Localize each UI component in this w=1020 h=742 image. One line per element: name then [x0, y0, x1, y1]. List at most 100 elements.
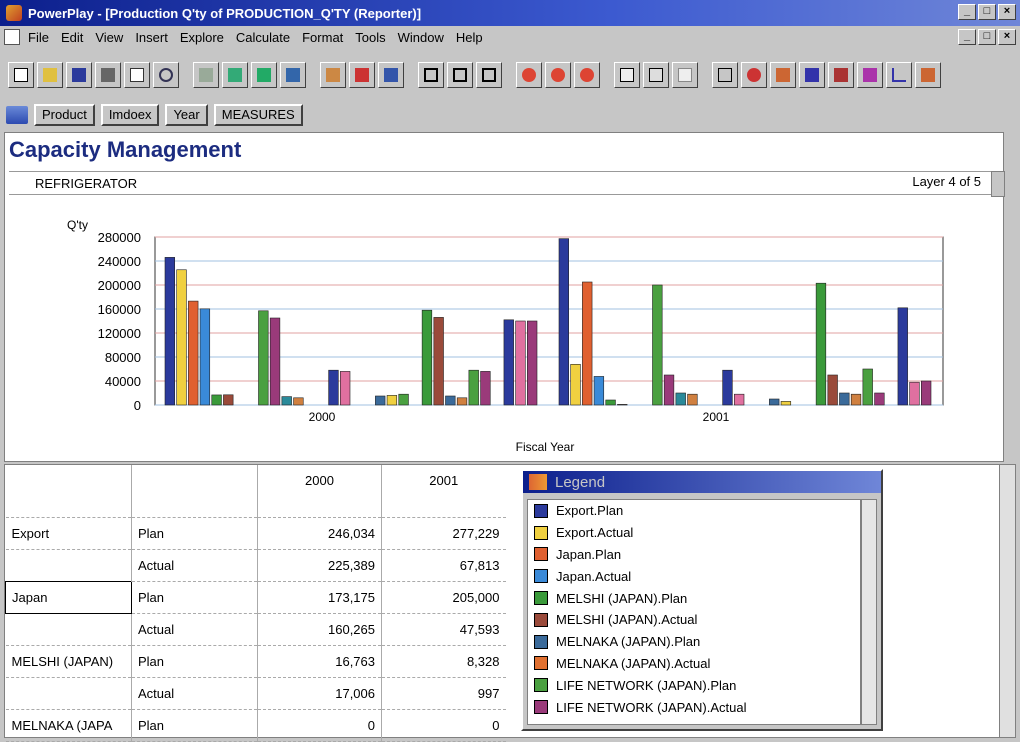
menu-explore[interactable]: Explore	[180, 30, 224, 45]
legend-item[interactable]: Export.Plan	[528, 500, 860, 522]
mdi-close-button[interactable]: ×	[998, 29, 1016, 45]
dimension-bar: Product Imdoex Year MEASURES	[0, 100, 1020, 130]
legend-item[interactable]: LIFE NETWORK (JAPAN).Plan	[528, 674, 860, 696]
row-group-label[interactable]: Japan	[5, 580, 132, 614]
document-icon[interactable]	[4, 29, 20, 45]
legend-item[interactable]: MELNAKA (JAPAN).Actual	[528, 653, 860, 675]
split-view-button[interactable]	[643, 62, 669, 88]
calc-button[interactable]	[280, 62, 306, 88]
legend-window[interactable]: Legend Export.Plan Export.Actual Japan.Pla…	[521, 469, 883, 731]
sort-button[interactable]	[320, 62, 346, 88]
menu-tools[interactable]: Tools	[355, 30, 385, 45]
maximize-button[interactable]: □	[978, 4, 996, 20]
table-vertical-scrollbar[interactable]	[999, 465, 1015, 737]
table-row: Actual 160,265 47,593	[5, 613, 506, 646]
crosstab-table: 2000 2001 Export Plan 246,034 277,229 Ac…	[5, 465, 506, 742]
bar	[456, 397, 468, 406]
menu-bar: File Edit View Insert Explore Calculate …	[0, 26, 1020, 48]
menu-insert[interactable]: Insert	[135, 30, 168, 45]
legend-item[interactable]: LIFE NETWORK (JAPAN).Actual	[528, 696, 860, 718]
bar	[527, 320, 538, 406]
menu-file[interactable]: File	[28, 30, 49, 45]
row-measure-label[interactable]: Actual	[131, 549, 258, 582]
explore-button[interactable]	[193, 62, 219, 88]
cell-value: 16,763	[257, 645, 382, 678]
crosstab-button[interactable]	[712, 62, 738, 88]
legend-item[interactable]: Export.Actual	[528, 522, 860, 544]
row-group-label[interactable]: MELSHI (JAPAN)	[5, 645, 132, 678]
layout-1-button[interactable]	[418, 62, 444, 88]
row-measure-label[interactable]: Plan	[131, 645, 258, 678]
bar	[258, 310, 269, 406]
row-group-label[interactable]: MELNAKA (JAPA	[5, 709, 132, 742]
bar	[663, 374, 675, 406]
legend-label: Japan.Plan	[556, 546, 622, 562]
legend-label: MELSHI (JAPAN).Plan	[556, 590, 688, 606]
legend-scrollbar[interactable]	[861, 499, 877, 725]
mdi-restore-button[interactable]: □	[978, 29, 996, 45]
print-button[interactable]	[95, 62, 121, 88]
dimension-measures[interactable]: MEASURES	[213, 104, 303, 126]
add-button[interactable]	[251, 62, 277, 88]
measure-2-button[interactable]	[545, 62, 571, 88]
layer-spinner[interactable]	[991, 171, 1005, 197]
dimension-product[interactable]: Product	[34, 104, 95, 126]
layout-3-button[interactable]	[476, 62, 502, 88]
save-button[interactable]	[66, 62, 92, 88]
column-header-2001[interactable]: 2001	[381, 465, 506, 518]
legend-item[interactable]: Japan.Plan	[528, 544, 860, 566]
bar	[281, 396, 292, 406]
legend-label: MELSHI (JAPAN).Actual	[556, 612, 698, 628]
undo-button[interactable]	[153, 62, 179, 88]
chart-view-button[interactable]	[672, 62, 698, 88]
close-button[interactable]: ×	[998, 4, 1016, 20]
3d-bar-button[interactable]	[770, 62, 796, 88]
dimension-imdoex[interactable]: Imdoex	[100, 104, 160, 126]
menu-format[interactable]: Format	[302, 30, 343, 45]
bar	[675, 392, 686, 406]
y-tick-label: 280000	[98, 230, 141, 245]
layout-2-button[interactable]	[447, 62, 473, 88]
swap-button[interactable]	[378, 62, 404, 88]
rank-button[interactable]	[349, 62, 375, 88]
pie-chart-button[interactable]	[741, 62, 767, 88]
legend-item[interactable]: MELSHI (JAPAN).Actual	[528, 609, 860, 631]
menu-edit[interactable]: Edit	[61, 30, 83, 45]
bar-chart-button[interactable]	[799, 62, 825, 88]
legend-swatch	[534, 612, 548, 627]
stacked-bar-button[interactable]	[857, 62, 883, 88]
row-measure-label[interactable]: Actual	[131, 677, 258, 710]
column-header-2000[interactable]: 2000	[257, 465, 382, 518]
menu-calculate[interactable]: Calculate	[236, 30, 290, 45]
x-tick-label: 2000	[309, 410, 336, 424]
table-view-button[interactable]	[614, 62, 640, 88]
legend-item[interactable]: Japan.Actual	[528, 565, 860, 587]
menu-window[interactable]: Window	[398, 30, 444, 45]
row-measure-label[interactable]: Plan	[131, 709, 258, 742]
dimension-year[interactable]: Year	[165, 104, 208, 126]
menu-help[interactable]: Help	[456, 30, 483, 45]
mdi-minimize-button[interactable]: _	[958, 29, 976, 45]
cell-value: 17,006	[257, 677, 382, 710]
clustered-bar-button[interactable]	[828, 62, 854, 88]
row-group-label[interactable]: Export	[5, 517, 132, 550]
table-view-icon	[620, 68, 634, 82]
measure-3-button[interactable]	[574, 62, 600, 88]
row-measure-label[interactable]: Actual	[131, 613, 258, 646]
print-preview-button[interactable]	[124, 62, 150, 88]
row-measure-label[interactable]: Plan	[131, 581, 258, 614]
open-button[interactable]	[37, 62, 63, 88]
legend-titlebar[interactable]: Legend	[523, 471, 881, 493]
row-measure-label[interactable]: Plan	[131, 517, 258, 550]
cell-value: 246,034	[257, 517, 382, 550]
drill-button[interactable]	[222, 62, 248, 88]
legend-item[interactable]: MELSHI (JAPAN).Plan	[528, 587, 860, 609]
legend-item[interactable]: MELNAKA (JAPAN).Plan	[528, 631, 860, 653]
line-chart-button[interactable]	[886, 62, 912, 88]
minimize-button[interactable]: _	[958, 4, 976, 20]
new-button[interactable]	[8, 62, 34, 88]
measure-1-button[interactable]	[516, 62, 542, 88]
area-chart-button[interactable]	[915, 62, 941, 88]
menu-view[interactable]: View	[95, 30, 123, 45]
legend-swatch	[534, 569, 548, 584]
